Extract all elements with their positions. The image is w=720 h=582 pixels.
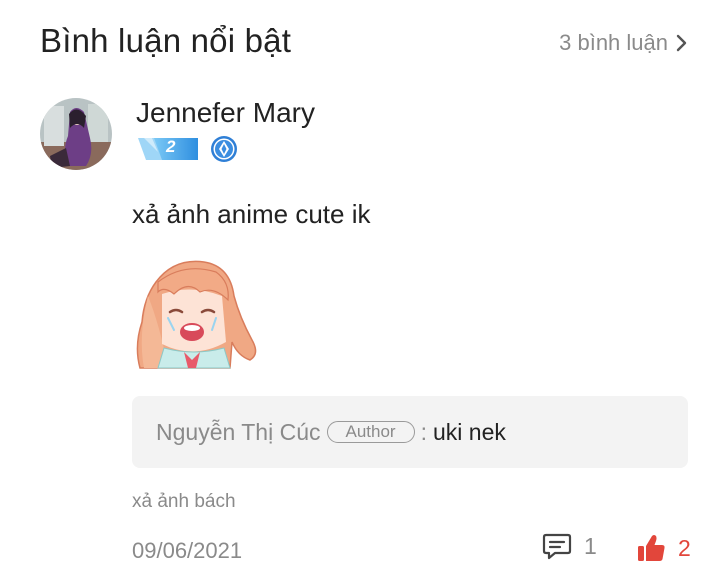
thumbs-up-icon	[638, 535, 665, 561]
comment-date: 09/06/2021	[132, 538, 243, 563]
user-badges: 2	[136, 134, 238, 164]
like-button[interactable]: 2	[636, 533, 691, 563]
author-tag-badge: Author	[326, 421, 415, 443]
reply-separator: :	[420, 418, 427, 445]
comment-count-label: 3 bình luận	[559, 30, 668, 55]
section-title: Bình luận nổi bật	[40, 22, 292, 59]
comment-author-name[interactable]: Jennefer Mary	[136, 97, 315, 129]
reply-author-name[interactable]: Nguyễn Thị Cúc	[156, 419, 321, 446]
level-number: 2	[166, 137, 176, 156]
post-source-link[interactable]: xả ảnh bách	[132, 491, 236, 513]
reply-count: 1	[584, 532, 597, 559]
reply-preview[interactable]: Nguyễn Thị Cúc Author : uki nek	[132, 396, 688, 468]
diamond-shield-icon	[211, 136, 237, 162]
comment-bubble-icon	[542, 533, 572, 560]
level-badge: 2	[136, 134, 200, 164]
view-all-comments-link[interactable]: 3 bình luận	[559, 30, 688, 56]
reply-text: uki nek	[432, 418, 506, 445]
comment-text: xả ảnh anime cute ik	[132, 199, 371, 229]
chevron-right-icon	[676, 34, 687, 52]
user-avatar[interactable]	[40, 98, 112, 170]
like-count: 2	[678, 534, 691, 561]
crying-anime-girl-sticker	[134, 256, 262, 374]
reply-button[interactable]: 1	[542, 532, 597, 560]
featured-comments-header: Bình luận nổi bật 3 bình luận	[40, 22, 688, 66]
